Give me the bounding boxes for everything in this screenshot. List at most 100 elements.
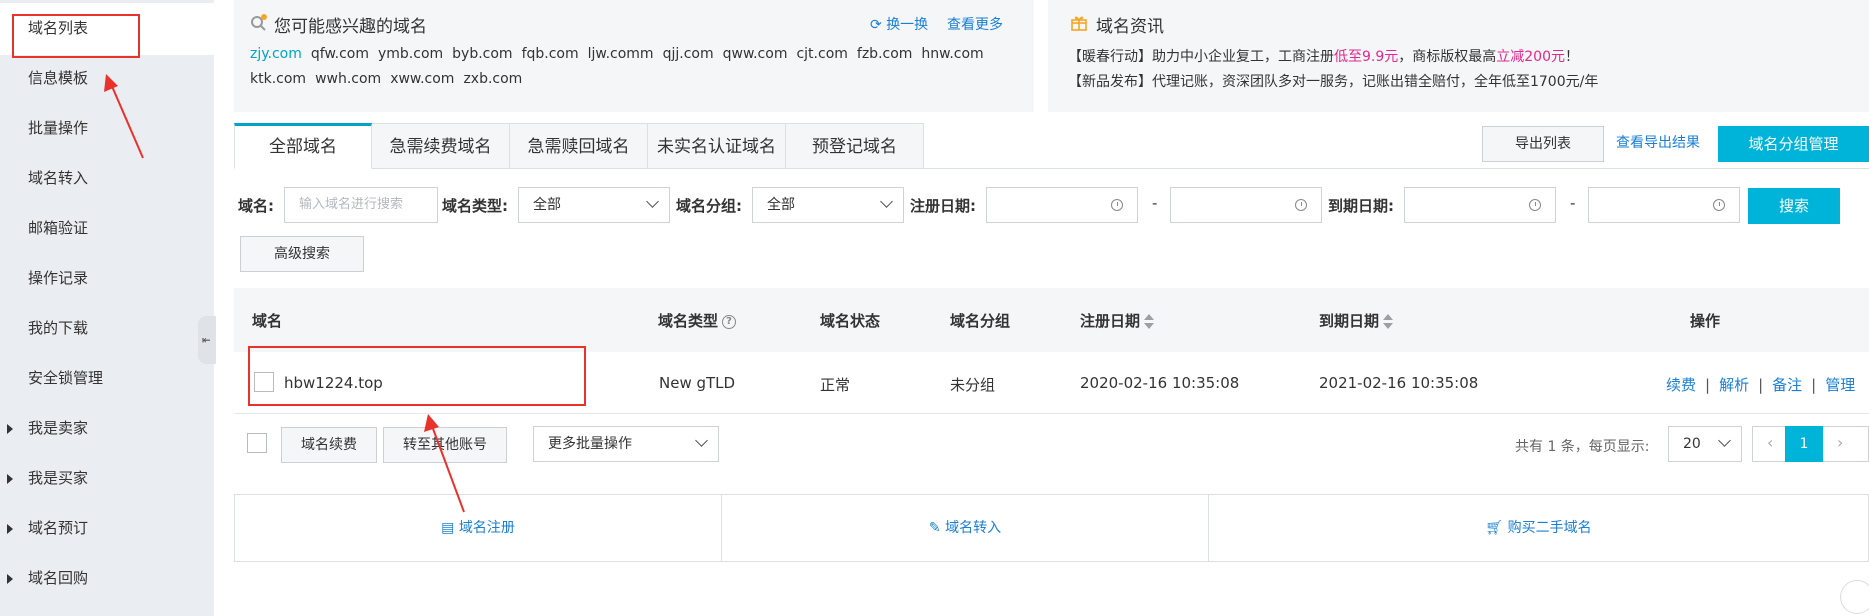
- sort-icon[interactable]: [1144, 313, 1155, 330]
- pagination: ‹ 1 ›: [1752, 426, 1869, 462]
- tab-renew-urgent[interactable]: 急需续费域名: [372, 123, 510, 169]
- buy-used-domain-link[interactable]: 🛒︎ 购买二手域名: [1209, 495, 1868, 561]
- suggest-domain[interactable]: xww.com: [390, 71, 454, 87]
- news-text: 【暖春行动】助力中小企业复工，工商注册: [1068, 49, 1334, 65]
- sidebar-item-reserve[interactable]: 域名预订: [0, 503, 214, 553]
- dns-link[interactable]: 解析: [1719, 376, 1749, 394]
- sidebar-item-label: 安全锁管理: [28, 369, 104, 387]
- group-management-button[interactable]: 域名分组管理: [1718, 126, 1869, 162]
- transfer-domain-link[interactable]: ✎ 域名转入: [722, 495, 1208, 561]
- manage-link[interactable]: 管理: [1825, 376, 1855, 394]
- gift-icon: [1070, 14, 1088, 36]
- register-domain-link[interactable]: ▤ 域名注册: [235, 495, 721, 561]
- renew-link[interactable]: 续费: [1666, 376, 1696, 394]
- domain-type-select[interactable]: 全部: [518, 187, 670, 223]
- row-operations: 续费 | 解析 | 备注 | 管理: [1664, 374, 1857, 395]
- sidebar-item-info-template[interactable]: 信息模板: [0, 53, 214, 103]
- expand-triangle-icon: [7, 474, 13, 484]
- sidebar-item-op-log[interactable]: 操作记录: [0, 253, 214, 303]
- batch-renew-button[interactable]: 域名续费: [281, 427, 377, 463]
- chevron-down-icon: [646, 195, 659, 208]
- suggest-domain[interactable]: qfw.com: [311, 46, 369, 62]
- suggest-domain[interactable]: fzb.com: [857, 46, 913, 62]
- suggest-domain[interactable]: hnw.com: [921, 46, 983, 62]
- sidebar-item-transfer-in[interactable]: 域名转入: [0, 153, 214, 203]
- page-size-select[interactable]: 20: [1668, 426, 1742, 462]
- suggest-domain[interactable]: ljw.comm: [588, 46, 654, 62]
- news-highlight: 立减200元: [1496, 49, 1565, 65]
- view-export-results-link[interactable]: 查看导出结果: [1616, 132, 1700, 152]
- pencil-icon: ✎: [928, 520, 941, 536]
- row-status: 正常: [820, 376, 851, 394]
- suggest-domain[interactable]: ymb.com: [378, 46, 443, 62]
- col-status: 域名状态: [820, 312, 881, 330]
- transfer-account-button[interactable]: 转至其他账号: [383, 427, 507, 463]
- next-page-button[interactable]: ›: [1837, 433, 1843, 452]
- exp-date-start-input[interactable]: [1404, 187, 1556, 223]
- sidebar-item-security-lock[interactable]: 安全锁管理: [0, 353, 214, 403]
- page-1-button[interactable]: 1: [1785, 426, 1823, 462]
- advanced-search-button[interactable]: 高级搜索: [240, 236, 364, 272]
- news-highlight: 低至9.9元: [1334, 49, 1399, 65]
- suggest-domain[interactable]: ktk.com: [250, 71, 306, 87]
- sidebar-collapse-handle[interactable]: ⇤: [198, 316, 216, 364]
- sidebar-item-buyer[interactable]: 我是买家: [0, 453, 214, 503]
- tab-unverified[interactable]: 未实名认证域名: [648, 123, 786, 169]
- sort-icon[interactable]: [1383, 313, 1394, 330]
- suggest-domain[interactable]: byb.com: [452, 46, 512, 62]
- link-label: 域名注册: [458, 520, 515, 536]
- document-icon: ▤: [441, 520, 455, 536]
- select-value: 20: [1683, 436, 1701, 452]
- select-value: 全部: [767, 197, 795, 213]
- note-link[interactable]: 备注: [1772, 376, 1802, 394]
- suggest-domain[interactable]: qjj.com: [663, 46, 714, 62]
- clock-icon: [1111, 199, 1123, 211]
- suggest-domain[interactable]: cjt.com: [796, 46, 847, 62]
- reg-date-start-input[interactable]: [986, 187, 1138, 223]
- domain-search-input[interactable]: 输入域名进行搜索: [284, 187, 438, 223]
- expand-triangle-icon: [7, 574, 13, 584]
- help-icon[interactable]: ?: [722, 314, 737, 329]
- suggest-domain[interactable]: qww.com: [723, 46, 788, 62]
- col-group: 域名分组: [950, 312, 1011, 330]
- news-item-2[interactable]: 【新品发布】代理记账，资深团队多对一服务，记账出错全赔付，全年低至1700元/年: [1068, 71, 1598, 91]
- sidebar-item-email-verify[interactable]: 邮箱验证: [0, 203, 214, 253]
- batch-ops-select[interactable]: 更多批量操作: [533, 426, 719, 462]
- cart-icon: 🛒︎: [1485, 520, 1504, 536]
- col-exp-date[interactable]: 到期日期: [1319, 310, 1394, 331]
- tab-pre-registered[interactable]: 预登记域名: [786, 123, 924, 169]
- tab-all-domains[interactable]: 全部域名: [234, 123, 372, 169]
- suggest-line-1: zjy.com qfw.com ymb.com byb.com fqb.com ljw.c…: [250, 46, 993, 62]
- select-all-checkbox[interactable]: [247, 433, 267, 453]
- sidebar-item-buyback[interactable]: 域名回购: [0, 553, 214, 603]
- col-domain: 域名: [252, 312, 283, 330]
- prev-page-button[interactable]: ‹: [1767, 433, 1773, 452]
- expand-triangle-icon: [7, 524, 13, 534]
- suggest-domain[interactable]: fqb.com: [522, 46, 579, 62]
- chevron-down-icon: [1718, 434, 1731, 447]
- tab-redeem-urgent[interactable]: 急需赎回域名: [510, 123, 648, 169]
- search-icon: [250, 14, 268, 36]
- domain-label: 域名:: [238, 197, 274, 215]
- date-range-dash: -: [1570, 194, 1576, 212]
- search-button[interactable]: 搜索: [1748, 188, 1840, 224]
- export-list-button[interactable]: 导出列表: [1482, 126, 1604, 162]
- domain-group-select[interactable]: 全部: [752, 187, 904, 223]
- sidebar-item-downloads[interactable]: 我的下载: [0, 303, 214, 353]
- reg-date-end-input[interactable]: [1170, 187, 1322, 223]
- collapse-icon: ⇤: [202, 332, 211, 348]
- exp-date-end-input[interactable]: [1588, 187, 1740, 223]
- chat-icon[interactable]: [1840, 580, 1869, 614]
- suggest-domain[interactable]: zxb.com: [463, 71, 522, 87]
- col-reg-date-label: 注册日期: [1080, 312, 1141, 330]
- news-item-1[interactable]: 【暖春行动】助力中小企业复工，工商注册低至9.9元，商标版权最高立减200元！: [1068, 46, 1579, 66]
- sidebar-item-label: 信息模板: [28, 69, 89, 87]
- domain-type-label: 域名类型:: [442, 197, 508, 215]
- sidebar-item-batch-ops[interactable]: 批量操作: [0, 103, 214, 153]
- sidebar-item-seller[interactable]: 我是卖家: [0, 403, 214, 453]
- view-more-link[interactable]: 查看更多: [947, 14, 1003, 34]
- suggest-domain[interactable]: zjy.com: [250, 46, 302, 62]
- suggest-domain[interactable]: wwh.com: [315, 71, 381, 87]
- refresh-link[interactable]: ⟳ 换一换: [870, 14, 928, 34]
- col-reg-date[interactable]: 注册日期: [1080, 310, 1155, 331]
